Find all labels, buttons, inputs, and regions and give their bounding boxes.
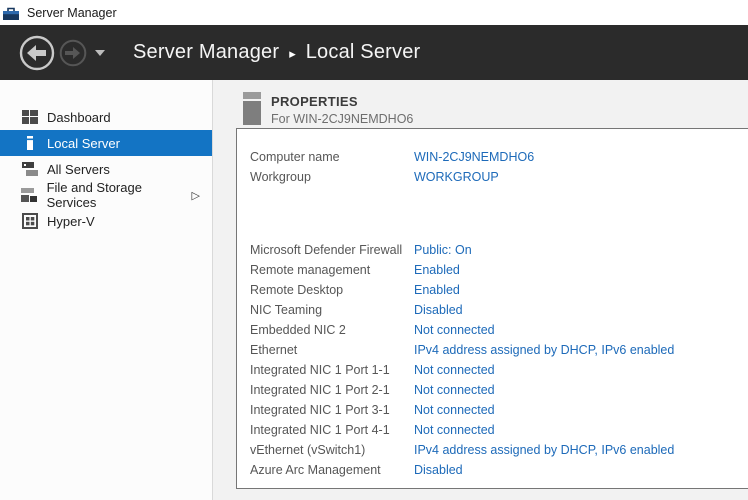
property-row: Ethernet IPv4 address assigned by DHCP, …	[250, 340, 748, 360]
property-label: Microsoft Defender Firewall	[250, 243, 414, 257]
property-value-link[interactable]: Not connected	[414, 423, 495, 437]
sidebar-item-label: All Servers	[47, 162, 110, 177]
property-row: Integrated NIC 1 Port 2-1 Not connected	[250, 380, 748, 400]
server-tower-icon	[243, 92, 261, 125]
properties-box: Computer name WIN-2CJ9NEMDHO6 Workgroup …	[236, 128, 748, 489]
file-storage-services-icon	[21, 187, 38, 203]
breadcrumb-separator-icon: ▸	[289, 47, 296, 60]
property-value-link[interactable]: WORKGROUP	[414, 170, 499, 184]
property-value-link[interactable]: Public: On	[414, 243, 472, 257]
property-row: Embedded NIC 2 Not connected	[250, 320, 748, 340]
property-value-link[interactable]: Enabled	[414, 283, 460, 297]
back-button[interactable]	[19, 35, 55, 71]
property-row: Remote management Enabled	[250, 260, 748, 280]
breadcrumb-current[interactable]: Local Server	[306, 41, 421, 64]
property-value-link[interactable]: Enabled	[414, 263, 460, 277]
property-row: NIC Teaming Disabled	[250, 300, 748, 320]
breadcrumb-root[interactable]: Server Manager	[133, 41, 279, 64]
forward-button[interactable]	[59, 39, 87, 67]
local-server-icon	[21, 135, 38, 151]
property-label: Azure Arc Management	[250, 463, 414, 477]
property-row: Remote Desktop Enabled	[250, 280, 748, 300]
window-titlebar: Server Manager	[0, 0, 748, 25]
expand-arrow-icon[interactable]: ▷	[192, 189, 200, 202]
breadcrumb: Server Manager ▸ Local Server	[133, 41, 420, 64]
properties-subtitle: For WIN-2CJ9NEMDHO6	[271, 112, 413, 126]
main-panel: PROPERTIES For WIN-2CJ9NEMDHO6 Computer …	[213, 80, 748, 500]
sidebar-item-local-server[interactable]: Local Server	[0, 130, 212, 156]
property-value-link[interactable]: Disabled	[414, 303, 463, 317]
property-label: Integrated NIC 1 Port 1-1	[250, 363, 414, 377]
sidebar: Dashboard Local Server	[0, 80, 213, 500]
history-dropdown-caret[interactable]	[95, 50, 105, 56]
property-label: Integrated NIC 1 Port 2-1	[250, 383, 414, 397]
window-body: Dashboard Local Server	[0, 80, 748, 500]
navigation-bar: Server Manager ▸ Local Server	[0, 25, 748, 80]
property-label: Remote management	[250, 263, 414, 277]
property-row: vEthernet (vSwitch1) IPv4 address assign…	[250, 440, 748, 460]
property-row: Azure Arc Management Disabled	[250, 460, 748, 480]
sidebar-item-all-servers[interactable]: All Servers	[0, 156, 212, 182]
property-row: Integrated NIC 1 Port 3-1 Not connected	[250, 400, 748, 420]
sidebar-item-dashboard[interactable]: Dashboard	[0, 104, 212, 130]
property-label: Ethernet	[250, 343, 414, 357]
property-value-link[interactable]: Not connected	[414, 323, 495, 337]
property-label: Integrated NIC 1 Port 4-1	[250, 423, 414, 437]
sidebar-item-label: Dashboard	[47, 110, 111, 125]
property-label: Workgroup	[250, 170, 414, 184]
property-label: NIC Teaming	[250, 303, 414, 317]
properties-tile-header: PROPERTIES For WIN-2CJ9NEMDHO6	[213, 80, 748, 128]
property-value-link[interactable]: WIN-2CJ9NEMDHO6	[414, 150, 534, 164]
property-label: vEthernet (vSwitch1)	[250, 443, 414, 457]
property-value-link[interactable]: Disabled	[414, 463, 463, 477]
property-row: Microsoft Defender Firewall Public: On	[250, 240, 748, 260]
sidebar-item-label: Hyper-V	[47, 214, 95, 229]
all-servers-icon	[21, 161, 38, 177]
server-manager-app-icon	[2, 5, 20, 21]
hyper-v-icon	[21, 213, 38, 229]
property-label: Computer name	[250, 150, 414, 164]
sidebar-item-file-storage-services[interactable]: File and Storage Services ▷	[0, 182, 212, 208]
property-label: Embedded NIC 2	[250, 323, 414, 337]
window-title: Server Manager	[27, 6, 117, 20]
sidebar-item-hyper-v[interactable]: Hyper-V	[0, 208, 212, 234]
property-value-link[interactable]: IPv4 address assigned by DHCP, IPv6 enab…	[414, 343, 674, 357]
dashboard-icon	[21, 109, 38, 125]
property-label: Remote Desktop	[250, 283, 414, 297]
server-manager-window: Server Manager Server Manager ▸ Local Se…	[0, 0, 748, 500]
properties-title: PROPERTIES	[271, 92, 413, 109]
sidebar-item-label: File and Storage Services	[47, 180, 192, 210]
property-row: Integrated NIC 1 Port 4-1 Not connected	[250, 420, 748, 440]
property-group-gap	[250, 187, 748, 240]
property-value-link[interactable]: Not connected	[414, 403, 495, 417]
sidebar-item-label: Local Server	[47, 136, 120, 151]
property-value-link[interactable]: Not connected	[414, 383, 495, 397]
property-value-link[interactable]: IPv4 address assigned by DHCP, IPv6 enab…	[414, 443, 674, 457]
property-row: Computer name WIN-2CJ9NEMDHO6	[250, 147, 748, 167]
property-row: Integrated NIC 1 Port 1-1 Not connected	[250, 360, 748, 380]
property-row: Workgroup WORKGROUP	[250, 167, 748, 187]
property-label: Integrated NIC 1 Port 3-1	[250, 403, 414, 417]
property-value-link[interactable]: Not connected	[414, 363, 495, 377]
